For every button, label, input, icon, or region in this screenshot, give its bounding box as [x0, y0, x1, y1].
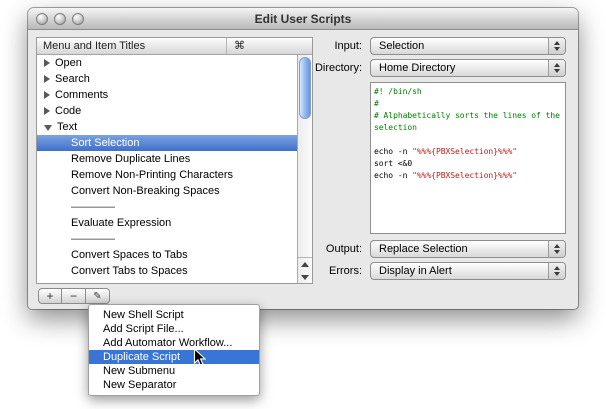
list-separator-row[interactable]: ———— [37, 199, 297, 215]
disclosure-triangle-icon[interactable] [44, 125, 52, 131]
remove-script-button[interactable]: − [62, 288, 86, 304]
code-line [374, 134, 563, 146]
popup-arrows-icon [548, 60, 565, 76]
menu-item[interactable]: Add Script File... [89, 322, 259, 336]
menu-item[interactable]: Duplicate Script [89, 350, 259, 364]
close-button[interactable] [36, 13, 48, 25]
list-item-row[interactable]: Evaluate Expression [37, 215, 297, 231]
row-label: ———— [71, 281, 115, 283]
code-line: echo -n "%%%{PBXSelection}%%%" [374, 146, 563, 158]
script-editor[interactable]: #! /bin/sh## Alphabetically sorts the li… [370, 82, 566, 234]
code-line: # Alphabetically sorts the lines of the … [374, 110, 563, 134]
row-label: Remove Duplicate Lines [71, 153, 190, 165]
disclosure-triangle-icon[interactable] [44, 59, 50, 67]
disclosure-triangle-icon[interactable] [44, 107, 50, 115]
directory-label: Directory: [188, 62, 370, 74]
row-label: Code [55, 105, 81, 117]
row-label: Search [55, 73, 90, 85]
input-popup[interactable]: Selection [370, 37, 566, 55]
row-label: Evaluate Expression [71, 217, 171, 229]
row-label: ———— [71, 233, 115, 245]
errors-label: Errors: [188, 265, 370, 277]
list-toolbar: + − ✎ [38, 288, 110, 304]
menu-item[interactable]: New Submenu [89, 364, 259, 378]
errors-row: Errors: Display in Alert [188, 262, 566, 280]
output-label: Output: [188, 243, 370, 255]
list-group-row[interactable]: Code [37, 103, 297, 119]
edit-user-scripts-window: Edit User Scripts Menu and Item Titles ⌘… [28, 8, 578, 309]
directory-popup[interactable]: Home Directory [370, 59, 566, 77]
popup-arrows-icon [548, 263, 565, 279]
input-row: Input: Selection [188, 37, 566, 55]
minimize-button[interactable] [54, 13, 66, 25]
list-group-row[interactable]: Comments [37, 87, 297, 103]
row-label: Remove Non-Printing Characters [71, 169, 233, 181]
add-script-button[interactable]: + [38, 288, 62, 304]
output-popup[interactable]: Replace Selection [370, 240, 566, 258]
row-label: Open [55, 57, 82, 69]
window-controls [36, 13, 84, 25]
code-line: echo -n "%%%{PBXSelection}%%%" [374, 170, 563, 182]
row-label: Sort Selection [71, 137, 139, 149]
menu-item[interactable]: New Separator [89, 378, 259, 392]
row-label: ———— [71, 201, 115, 213]
list-item-row[interactable]: Remove Non-Printing Characters [37, 167, 297, 183]
row-label: Convert Tabs to Spaces [71, 265, 188, 277]
code-line: #! /bin/sh [374, 86, 563, 98]
code-line: # [374, 98, 563, 110]
titlebar[interactable]: Edit User Scripts [28, 8, 578, 30]
menu-item[interactable]: Add Automator Workflow... [89, 336, 259, 350]
row-label: Convert Spaces to Tabs [71, 249, 188, 261]
window-content: Menu and Item Titles ⌘ OpenSearchComment… [28, 30, 578, 309]
disclosure-triangle-icon[interactable] [44, 75, 50, 83]
list-item-row[interactable]: Sort Selection [37, 135, 297, 151]
mouse-cursor-icon [193, 348, 206, 368]
popup-arrows-icon [548, 38, 565, 54]
row-label: Comments [55, 89, 108, 101]
errors-popup-value: Display in Alert [371, 265, 548, 277]
add-menu: New Shell ScriptAdd Script File...Add Au… [88, 304, 260, 396]
popup-arrows-icon [548, 241, 565, 257]
errors-popup[interactable]: Display in Alert [370, 262, 566, 280]
list-item-row[interactable]: Remove Duplicate Lines [37, 151, 297, 167]
code-line: sort <&0 [374, 158, 563, 170]
disclosure-triangle-icon[interactable] [44, 91, 50, 99]
directory-row: Directory: Home Directory [188, 59, 566, 77]
directory-popup-value: Home Directory [371, 62, 548, 74]
row-label: Convert Non-Breaking Spaces [71, 185, 220, 197]
menu-item[interactable]: New Shell Script [89, 308, 259, 322]
window-title: Edit User Scripts [28, 8, 578, 30]
zoom-button[interactable] [72, 13, 84, 25]
edit-script-button[interactable]: ✎ [86, 288, 110, 304]
row-label: Text [57, 121, 77, 133]
output-row: Output: Replace Selection [188, 240, 566, 258]
list-group-row[interactable]: Text [37, 119, 297, 135]
list-item-row[interactable]: Convert Non-Breaking Spaces [37, 183, 297, 199]
input-label: Input: [188, 40, 370, 52]
add-menu-items: New Shell ScriptAdd Script File...Add Au… [89, 308, 259, 392]
output-popup-value: Replace Selection [371, 243, 548, 255]
input-popup-value: Selection [371, 40, 548, 52]
